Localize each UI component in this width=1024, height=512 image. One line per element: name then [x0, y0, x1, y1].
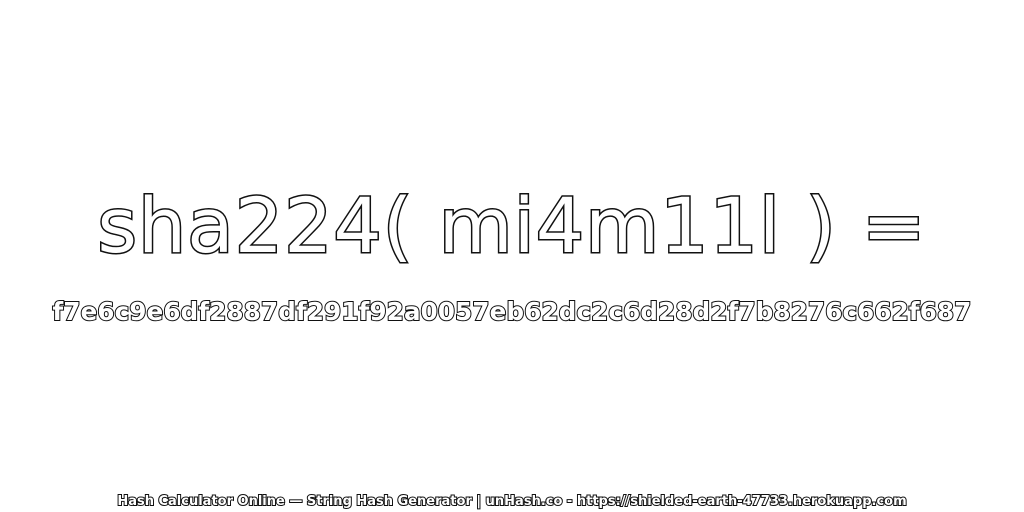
hash-result-value: f7e6c9e6df2887df291f92a0057eb62dc2c6d28d…: [51, 296, 972, 327]
footer-credit: Hash Calculator Online — String Hash Gen…: [116, 493, 907, 510]
hash-expression-title: sha224( mi4m11l ) =: [96, 180, 927, 272]
